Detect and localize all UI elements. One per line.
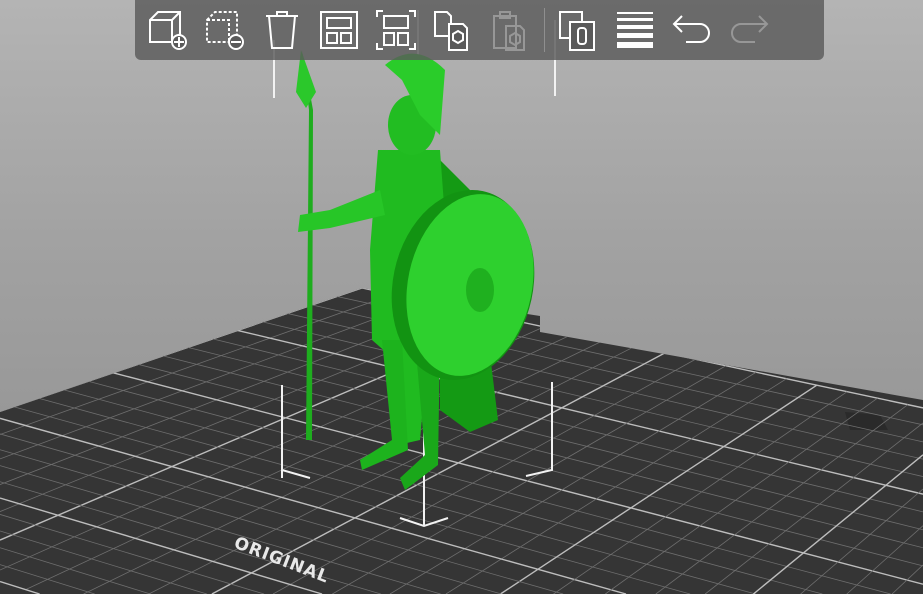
toolbar-separator [544,8,545,52]
delete-all-button[interactable] [257,5,307,55]
layers-button[interactable] [610,5,660,55]
trash-icon [266,11,298,49]
instances-button[interactable] [553,5,603,55]
arrange-selection-button[interactable] [371,5,421,55]
add-object-icon [149,11,187,50]
copy-icon [434,11,468,51]
redo-icon [731,15,769,43]
delete-object-icon [206,11,244,50]
redo-button[interactable] [724,5,774,55]
instances-icon [559,11,595,51]
add-object-button[interactable] [143,5,193,55]
arrange-icon [320,11,358,49]
arrange-button[interactable] [314,5,364,55]
paste-icon [493,11,525,51]
undo-button[interactable] [667,5,717,55]
3d-viewport[interactable] [0,0,923,594]
paste-button[interactable] [485,5,535,55]
delete-object-button[interactable] [200,5,250,55]
top-toolbar [135,0,824,60]
layers-icon [617,12,653,48]
undo-icon [672,15,710,43]
arrange-selection-icon [376,10,416,50]
copy-button[interactable] [428,5,478,55]
